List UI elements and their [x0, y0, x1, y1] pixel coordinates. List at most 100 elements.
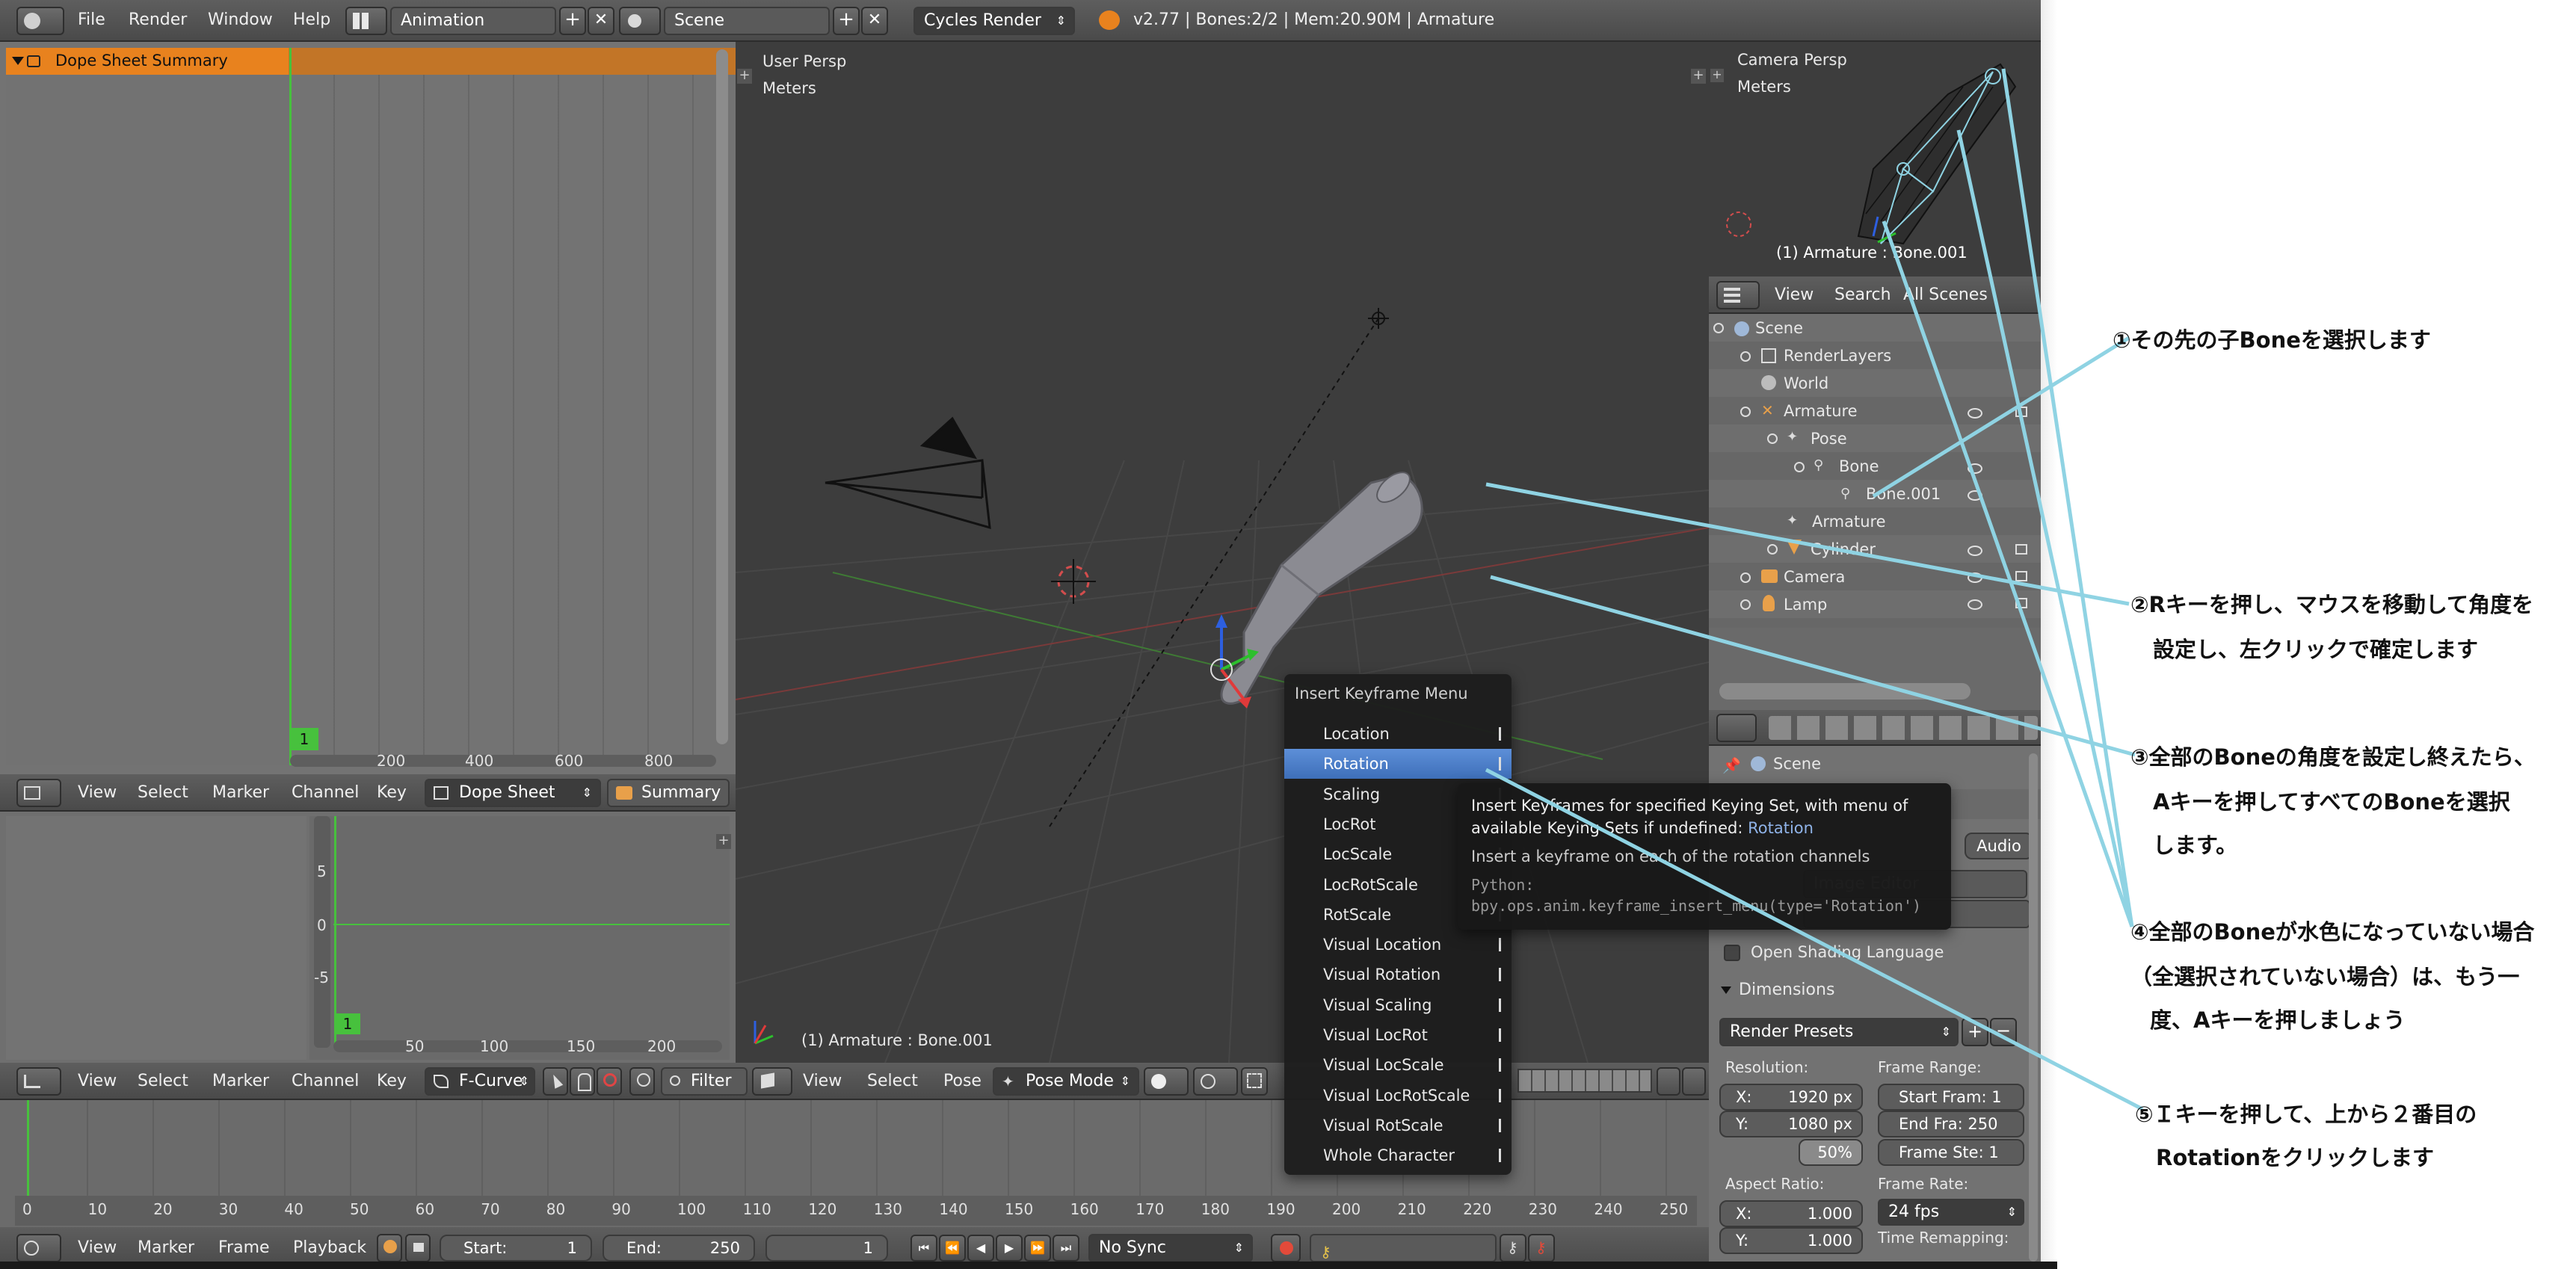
dopesheet-menu-channel[interactable]: Channel — [292, 783, 359, 802]
outliner-item-camera[interactable]: Camera — [1784, 568, 1845, 586]
keyframe-menu-item-whole-character[interactable]: Whole Character — [1284, 1140, 1512, 1170]
outliner-filter-select[interactable]: All Scenes — [1903, 285, 1988, 304]
outliner-item-cylinder[interactable]: Cylinder — [1811, 540, 1876, 558]
timeline-editor-button[interactable] — [16, 1234, 61, 1262]
keyframe-menu-item-location[interactable]: Location — [1284, 719, 1512, 749]
graph-ghost-button[interactable] — [570, 1067, 595, 1096]
dopesheet-scrollbar-v[interactable] — [716, 49, 728, 744]
outliner-editor-button[interactable] — [1716, 281, 1760, 309]
jump-keyframe-back-button[interactable]: ⏪ — [939, 1235, 966, 1262]
jump-keyframe-forward-button[interactable]: ⏩ — [1024, 1235, 1051, 1262]
visibility-eye-icon[interactable] — [1968, 572, 1982, 583]
expand-minus-icon[interactable] — [1740, 407, 1751, 417]
expand-minus-icon[interactable] — [1713, 323, 1724, 333]
expand-minus-icon[interactable] — [1767, 433, 1778, 444]
preview-range-button[interactable] — [377, 1234, 402, 1262]
graph-menu-key[interactable]: Key — [377, 1072, 407, 1090]
aspect-x-field[interactable]: X: 1.000 — [1719, 1200, 1863, 1227]
pivot-point-button[interactable] — [1193, 1067, 1238, 1096]
render-camera-icon[interactable] — [2015, 571, 2027, 581]
scene-add-button[interactable]: + — [833, 7, 860, 35]
layout-delete-button[interactable]: ✕ — [588, 7, 614, 35]
keyframe-menu-item-visual-locscale[interactable]: Visual LocScale — [1284, 1050, 1512, 1080]
jump-end-button[interactable]: ⏭ — [1053, 1235, 1079, 1262]
layout-name-field[interactable]: Animation — [390, 7, 556, 35]
outliner-item-bone[interactable]: Bone — [1839, 457, 1879, 475]
lock-range-button[interactable] — [405, 1234, 431, 1262]
expand-plus-icon[interactable] — [1740, 599, 1751, 610]
scene-name-field[interactable]: Scene — [664, 7, 830, 35]
viewport-properties-toggle[interactable]: + — [1691, 69, 1706, 84]
visibility-eye-icon[interactable] — [1968, 546, 1982, 556]
audio-button[interactable]: Audio — [1965, 833, 2033, 859]
camera-object[interactable] — [825, 416, 991, 530]
start-frame-input[interactable]: Start: 1 — [440, 1235, 592, 1262]
expand-plus-icon[interactable] — [1740, 572, 1751, 583]
keyframe-menu-item-visual-scaling[interactable]: Visual Scaling — [1284, 990, 1512, 1020]
camera-view-area[interactable]: Camera Persp Meters (1) Armature : Bone.… — [1709, 42, 2041, 277]
dopesheet-menu-view[interactable]: View — [78, 783, 117, 802]
graph-editor-area[interactable]: 5 0 -5 1 + 50 100 150 200 — [0, 812, 736, 1063]
layer-buttons[interactable] — [1517, 1069, 1652, 1093]
scene-delete-button[interactable]: ✕ — [861, 7, 888, 35]
dimensions-panel-title[interactable]: Dimensions — [1739, 981, 1834, 999]
camera-view-toggle[interactable]: + — [1710, 69, 1724, 82]
dimensions-expand-icon[interactable] — [1721, 987, 1731, 994]
graph-menu-view[interactable]: View — [78, 1072, 117, 1090]
resolution-percent-field[interactable]: 50% — [1799, 1139, 1863, 1166]
visibility-eye-icon[interactable] — [1968, 408, 1982, 419]
graph-frame-marker[interactable]: 1 — [335, 1013, 360, 1034]
viewport-editor-button[interactable] — [752, 1067, 792, 1096]
outliner-menu-search[interactable]: Search — [1834, 285, 1891, 304]
menu-window[interactable]: Window — [208, 10, 273, 29]
info-editor-button[interactable] — [16, 7, 64, 35]
keyframe-menu-item-visual-rotscale[interactable]: Visual RotScale — [1284, 1111, 1512, 1140]
end-frame-field[interactable]: End Fra: 250 — [1878, 1111, 2024, 1137]
outliner-item-renderlayers[interactable]: RenderLayers — [1784, 347, 1891, 365]
expand-plus-icon[interactable] — [1767, 544, 1778, 555]
visibility-eye-icon[interactable] — [1968, 490, 1982, 501]
auto-keyframe-button[interactable] — [1271, 1234, 1301, 1262]
layout-selector-button[interactable] — [345, 7, 387, 35]
start-frame-field[interactable]: Start Fram: 1 — [1878, 1084, 2024, 1111]
graph-select-tool-button[interactable] — [543, 1067, 568, 1096]
jump-start-button[interactable]: ⏮ — [910, 1235, 937, 1262]
layout-add-button[interactable]: + — [559, 7, 586, 35]
viewport-shading-button[interactable] — [1144, 1067, 1189, 1096]
dopesheet-menu-select[interactable]: Select — [138, 783, 188, 802]
properties-scrollbar-v[interactable] — [2029, 753, 2038, 1262]
aspect-y-field[interactable]: Y: 1.000 — [1719, 1227, 1863, 1254]
render-camera-icon[interactable] — [2015, 598, 2027, 608]
dopesheet-area[interactable]: Dope Sheet Summary 1 200 400 600 800 — [0, 42, 736, 774]
graph-filter-field[interactable]: Filter — [661, 1067, 748, 1096]
scene-selector-button[interactable] — [619, 7, 661, 35]
dopesheet-summary-row[interactable]: Dope Sheet Summary — [6, 48, 736, 75]
outliner-item-armature[interactable]: Armature — [1784, 402, 1858, 420]
expand-minus-icon[interactable] — [1794, 462, 1805, 472]
graph-mode-select[interactable]: F-Curve ⇕ — [425, 1067, 535, 1096]
outliner-item-world[interactable]: World — [1784, 374, 1828, 392]
timeline-menu-view[interactable]: View — [78, 1238, 117, 1257]
timeline-menu-playback[interactable]: Playback — [293, 1238, 366, 1257]
keying-set-field[interactable]: ⚷ — [1310, 1234, 1497, 1262]
outliner-item-pose[interactable]: Pose — [1811, 430, 1847, 448]
render-presets-select[interactable]: Render Presets ⇕ — [1719, 1018, 1959, 1046]
play-reverse-button[interactable]: ◀ — [967, 1235, 994, 1262]
outliner-area[interactable]: Scene RenderLayers World ✕ Armature ✦ Po… — [1709, 314, 2041, 710]
graph-add-region-icon[interactable]: + — [716, 834, 731, 849]
keyframe-menu-item-visual-location[interactable]: Visual Location — [1284, 930, 1512, 960]
graph-menu-select[interactable]: Select — [138, 1072, 188, 1090]
graph-menu-marker[interactable]: Marker — [212, 1072, 269, 1090]
timeline-menu-frame[interactable]: Frame — [218, 1238, 270, 1257]
viewport-menu-pose[interactable]: Pose — [943, 1072, 982, 1090]
dopesheet-summary-toggle[interactable]: Summary — [607, 779, 730, 807]
keyframe-menu-item-visual-locrot[interactable]: Visual LocRot — [1284, 1020, 1512, 1050]
current-frame-input[interactable]: 1 — [765, 1235, 888, 1262]
keyframe-menu-item-rotation[interactable]: Rotation — [1284, 749, 1512, 779]
outliner-menu-view[interactable]: View — [1775, 285, 1814, 304]
render-camera-icon[interactable] — [2015, 407, 2027, 417]
outliner-item-bone-001[interactable]: Bone.001 — [1866, 485, 1941, 503]
properties-tabs[interactable] — [1769, 716, 2038, 740]
outliner-item-armature-data[interactable]: Armature — [1812, 513, 1886, 531]
dopesheet-menu-key[interactable]: Key — [377, 783, 407, 802]
